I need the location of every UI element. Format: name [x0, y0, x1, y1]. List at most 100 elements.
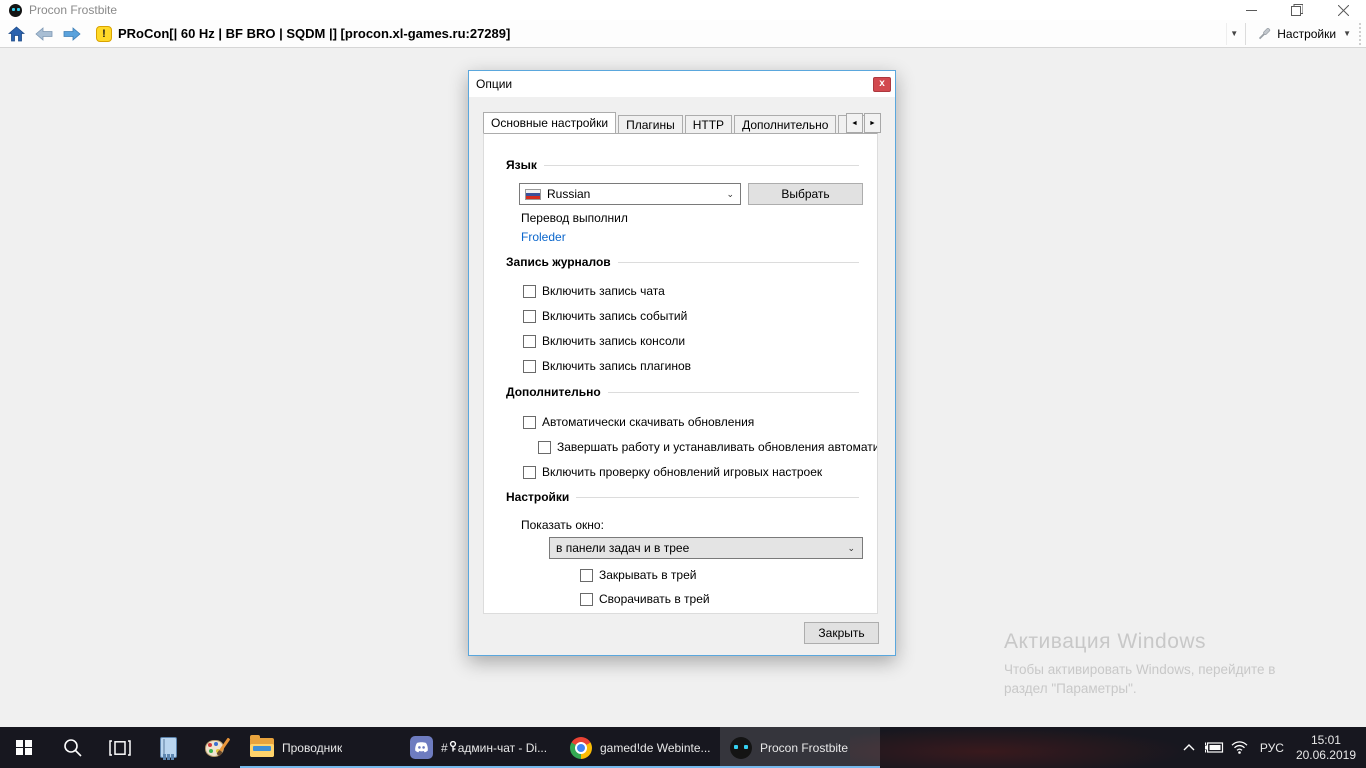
- checkbox-log-console[interactable]: Включить запись консоли: [523, 334, 685, 348]
- app-client-area: Опции x Основные настройкиПлагиныHTTPДоп…: [0, 48, 1366, 727]
- minimize-icon[interactable]: [1228, 0, 1274, 20]
- back-icon[interactable]: [32, 22, 56, 46]
- task-view-button[interactable]: [96, 727, 144, 768]
- checkbox-auto-download-updates[interactable]: Автоматически скачивать обновления: [523, 415, 754, 429]
- show-window-dropdown[interactable]: в панели задач и в трее ⌄: [549, 537, 863, 559]
- home-icon[interactable]: [4, 22, 28, 46]
- group-settings: Настройки: [506, 490, 859, 504]
- checkbox-box[interactable]: [580, 593, 593, 606]
- watermark-line2: Чтобы активировать Windows, перейдите в: [1004, 660, 1275, 679]
- window-titlebar: Procon Frostbite: [0, 0, 1366, 20]
- server-dropdown-icon[interactable]: ▼: [1226, 23, 1241, 45]
- checkbox-close-to-tray[interactable]: Закрывать в трей: [580, 568, 696, 582]
- show-window-dropdown-value: в панели задач и в трее: [556, 541, 689, 555]
- checkbox-log-events[interactable]: Включить запись событий: [523, 309, 687, 323]
- checkbox-box[interactable]: [580, 569, 593, 582]
- checkbox-label: Включить запись консоли: [542, 334, 685, 348]
- taskbar-item-text: админ-чат - Di...: [458, 741, 547, 755]
- tab-scroll-buttons: ◄ ►: [846, 113, 881, 133]
- checkbox-box[interactable]: [538, 441, 551, 454]
- checkbox-box[interactable]: [523, 416, 536, 429]
- group-extra: Дополнительно: [506, 385, 859, 399]
- window-title: Procon Frostbite: [29, 3, 117, 17]
- checkbox-box[interactable]: [523, 335, 536, 348]
- options-dialog: Опции x Основные настройкиПлагиныHTTPДоп…: [468, 70, 896, 656]
- language-combobox-value: Russian: [547, 187, 590, 201]
- checkbox-label: Включить запись чата: [542, 284, 665, 298]
- screen: Procon Frostbite ! PRoCon[| 60 Hz | BF B…: [0, 0, 1366, 768]
- checkbox-box[interactable]: [523, 360, 536, 373]
- close-dialog-button[interactable]: Закрыть: [804, 622, 879, 644]
- settings-caret-icon: ▼: [1343, 29, 1351, 38]
- checkbox-minimize-to-tray[interactable]: Сворачивать в трей: [580, 592, 710, 606]
- checkbox-box[interactable]: [523, 285, 536, 298]
- server-title[interactable]: PRoCon[| 60 Hz | BF BRO | SQDM |] [proco…: [118, 26, 510, 41]
- taskbar-item-procon[interactable]: Procon Frostbite: [720, 727, 880, 768]
- search-button[interactable]: [48, 727, 96, 768]
- system-tray: РУС 15:01 20.06.2019: [1177, 727, 1366, 768]
- taskbar-item-chrome[interactable]: gamed!de Webinte...: [560, 727, 720, 768]
- language-combobox[interactable]: Russian ⌄: [519, 183, 741, 205]
- channel-hash: #: [441, 741, 448, 755]
- tab-scroll-left-icon[interactable]: ◄: [846, 113, 863, 133]
- warning-icon: !: [96, 26, 112, 42]
- checkbox-check-game-settings-updates[interactable]: Включить проверку обновлений игровых нас…: [523, 465, 822, 479]
- wifi-icon[interactable]: [1227, 741, 1252, 754]
- folder-icon: [250, 738, 274, 757]
- tab-general[interactable]: Основные настройки: [483, 112, 616, 133]
- tab-advanced[interactable]: Дополнительно: [734, 115, 836, 133]
- checkbox-label: Сворачивать в трей: [599, 592, 710, 606]
- checkbox-label: Включить запись событий: [542, 309, 687, 323]
- dialog-titlebar[interactable]: Опции x: [469, 71, 895, 97]
- tab-http[interactable]: HTTP: [685, 115, 732, 133]
- checkbox-box[interactable]: [523, 310, 536, 323]
- checkbox-label: Завершать работу и устанавливать обновле…: [557, 440, 878, 454]
- group-logging-title: Запись журналов: [506, 255, 611, 269]
- battery-icon[interactable]: [1202, 742, 1227, 753]
- task-view-icon: [109, 740, 131, 756]
- search-icon: [63, 738, 82, 757]
- checkbox-log-plugins[interactable]: Включить запись плагинов: [523, 359, 691, 373]
- translator-link[interactable]: Froleder: [521, 230, 566, 244]
- paint-button[interactable]: [192, 727, 240, 768]
- start-button[interactable]: [0, 727, 48, 768]
- tab-scroll-right-icon[interactable]: ►: [864, 113, 881, 133]
- language-indicator[interactable]: РУС: [1252, 741, 1292, 755]
- taskbar-item-label: # админ-чат - Di...: [441, 741, 547, 755]
- close-icon[interactable]: [1320, 0, 1366, 20]
- calculator-icon: [160, 737, 177, 758]
- settings-button[interactable]: Настройки ▼: [1250, 24, 1357, 44]
- tray-chevron-icon[interactable]: [1177, 744, 1202, 751]
- taskbar-clock[interactable]: 15:01 20.06.2019: [1292, 733, 1366, 763]
- choose-language-button[interactable]: Выбрать: [748, 183, 863, 205]
- russia-flag-icon: [525, 189, 541, 200]
- tab-plugins[interactable]: Плагины: [618, 115, 683, 133]
- procon-icon: [730, 737, 752, 759]
- toolbar-grip: [1359, 23, 1363, 45]
- calculator-button[interactable]: [144, 727, 192, 768]
- dialog-title: Опции: [476, 77, 512, 91]
- checkbox-box[interactable]: [523, 466, 536, 479]
- taskbar-item-label: Procon Frostbite: [760, 741, 848, 755]
- clock-date: 20.06.2019: [1296, 748, 1356, 763]
- forward-icon[interactable]: [60, 22, 84, 46]
- checkbox-label: Включить проверку обновлений игровых нас…: [542, 465, 822, 479]
- restore-icon[interactable]: [1274, 0, 1320, 20]
- procon-app-icon: [9, 4, 22, 17]
- group-extra-title: Дополнительно: [506, 385, 601, 399]
- checkbox-install-updates-auto[interactable]: Завершать работу и устанавливать обновле…: [538, 440, 878, 454]
- taskbar-item-discord[interactable]: # админ-чат - Di...: [400, 727, 560, 768]
- dialog-tabstrip: Основные настройкиПлагиныHTTPДополнитель…: [483, 112, 881, 133]
- group-settings-title: Настройки: [506, 490, 569, 504]
- taskbar-item-explorer[interactable]: Проводник: [240, 727, 400, 768]
- checkbox-log-chat[interactable]: Включить запись чата: [523, 284, 665, 298]
- tab-panel-general: Язык Russian ⌄ Выбрать Перевод выполнил …: [483, 133, 878, 614]
- paint-icon: [205, 737, 227, 759]
- dialog-close-button[interactable]: x: [873, 77, 891, 92]
- checkbox-label: Закрывать в трей: [599, 568, 696, 582]
- settings-label: Настройки: [1277, 27, 1336, 41]
- group-language: Язык: [506, 158, 859, 172]
- show-window-label: Показать окно:: [521, 518, 604, 532]
- key-icon: [449, 741, 457, 755]
- clock-time: 15:01: [1296, 733, 1356, 748]
